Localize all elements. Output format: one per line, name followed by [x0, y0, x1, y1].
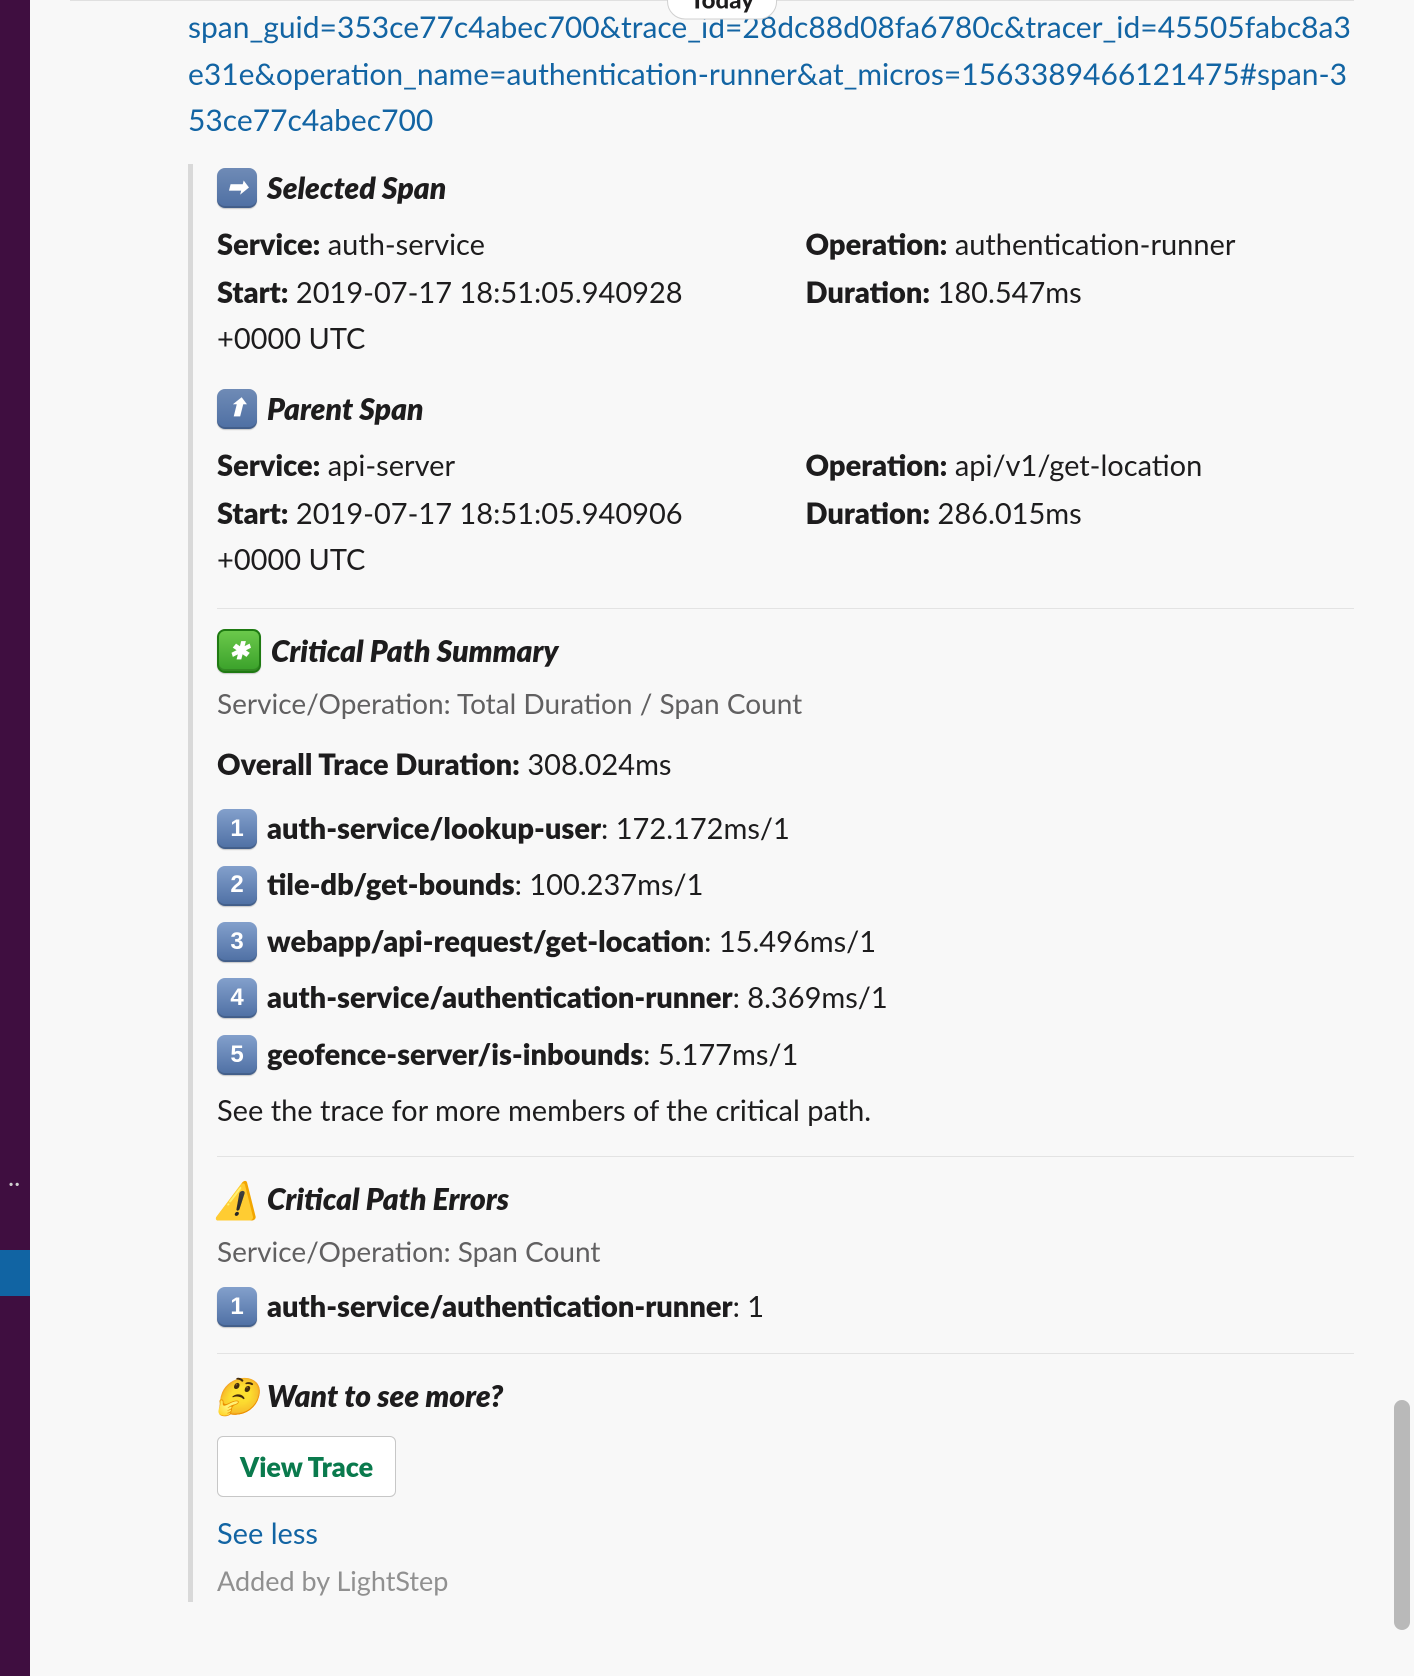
rail-more-icon: ..: [8, 1171, 20, 1181]
cps-name: tile-db/get-bounds: [267, 867, 515, 902]
critical-path-summary-title: Critical Path Summary: [271, 627, 558, 675]
selected-start-label: Start:: [217, 275, 288, 310]
selected-duration-value: 180.547ms: [938, 275, 1082, 310]
cps-row: 1auth-service/lookup-user: 172.172ms/1: [217, 806, 1354, 852]
cpe-name: auth-service/authentication-runner: [267, 1289, 733, 1324]
parent-duration-label: Duration:: [806, 496, 931, 531]
cpe-row: 1auth-service/authentication-runner: 1: [217, 1284, 1354, 1330]
arrow-right-icon: ➡: [217, 168, 257, 208]
asterisk-icon: ✱: [217, 629, 261, 673]
selected-operation-value: authentication-runner: [955, 227, 1236, 262]
workspace-rail: ..: [0, 0, 30, 1676]
arrow-up-icon: ⬆: [217, 389, 257, 429]
cps-value: 15.496ms/1: [719, 924, 876, 959]
selected-service-label: Service:: [217, 227, 320, 262]
keycap-4-icon: 4: [217, 978, 257, 1018]
cps-row: 4auth-service/authentication-runner: 8.3…: [217, 975, 1354, 1021]
date-pill[interactable]: Today: [667, 0, 777, 20]
cps-row: 5geofence-server/is-inbounds: 5.177ms/1: [217, 1032, 1354, 1078]
keycap-3-icon: 3: [217, 922, 257, 962]
view-trace-button[interactable]: View Trace: [217, 1436, 396, 1497]
cps-name: auth-service/authentication-runner: [267, 980, 733, 1015]
critical-path-errors-header: ⚠️ Critical Path Errors: [217, 1175, 1354, 1223]
selected-operation-label: Operation:: [806, 227, 948, 262]
trace-url-link[interactable]: span_guid=353ce77c4abec700&trace_id=28dc…: [188, 4, 1354, 144]
parent-duration-value: 286.015ms: [938, 496, 1082, 531]
keycap-2-icon: 2: [217, 866, 257, 906]
warning-icon: ⚠️: [217, 1179, 257, 1219]
cps-value: 100.237ms/1: [529, 867, 703, 902]
cps-name: geofence-server/is-inbounds: [267, 1037, 643, 1072]
cps-value: 172.172ms/1: [616, 811, 790, 846]
critical-path-errors-title: Critical Path Errors: [267, 1175, 509, 1223]
cps-value: 8.369ms/1: [747, 980, 887, 1015]
keycap-1-icon: 1: [217, 809, 257, 849]
trace-attachment: ➡ Selected Span Service: auth-service St…: [188, 164, 1354, 1603]
see-more-title: Want to see more?: [267, 1372, 503, 1420]
parent-span-title: Parent Span: [267, 385, 424, 433]
see-more-header: 🤔 Want to see more?: [217, 1372, 1354, 1420]
rail-active-indicator: [0, 1250, 30, 1296]
parent-service-label: Service:: [217, 448, 320, 483]
thinking-face-icon: 🤔: [217, 1376, 257, 1416]
added-by-label: Added by LightStep: [217, 1559, 1354, 1602]
section-divider: [217, 1353, 1354, 1354]
cpe-meta: Service/Operation: Span Count: [217, 1229, 1354, 1274]
keycap-1-icon: 1: [217, 1287, 257, 1327]
section-divider: [217, 608, 1354, 609]
parent-start-label: Start:: [217, 496, 288, 531]
parent-operation-value: api/v1/get-location: [955, 448, 1202, 483]
keycap-5-icon: 5: [217, 1035, 257, 1075]
parent-operation-label: Operation:: [806, 448, 948, 483]
cps-row: 2tile-db/get-bounds: 100.237ms/1: [217, 862, 1354, 908]
critical-path-summary-header: ✱ Critical Path Summary: [217, 627, 1354, 675]
cps-value: 5.177ms/1: [658, 1037, 798, 1072]
cps-more-note: See the trace for more members of the cr…: [217, 1088, 1354, 1134]
cps-row: 3webapp/api-request/get-location: 15.496…: [217, 919, 1354, 965]
selected-service-value: auth-service: [328, 227, 485, 262]
parent-service-value: api-server: [328, 448, 455, 483]
scrollbar-thumb[interactable]: [1394, 1400, 1410, 1630]
parent-span-header: ⬆ Parent Span: [217, 385, 1354, 433]
cps-meta: Service/Operation: Total Duration / Span…: [217, 681, 1354, 726]
cpe-value: 1: [747, 1289, 764, 1324]
selected-span-header: ➡ Selected Span: [217, 164, 1354, 212]
selected-span-title: Selected Span: [267, 164, 446, 212]
cps-name: webapp/api-request/get-location: [267, 924, 704, 959]
selected-duration-label: Duration:: [806, 275, 931, 310]
section-divider: [217, 1156, 1354, 1157]
see-less-link[interactable]: See less: [217, 1511, 1354, 1557]
overall-duration-label: Overall Trace Duration:: [217, 747, 520, 782]
cps-name: auth-service/lookup-user: [267, 811, 601, 846]
overall-duration-value: 308.024ms: [527, 747, 671, 782]
